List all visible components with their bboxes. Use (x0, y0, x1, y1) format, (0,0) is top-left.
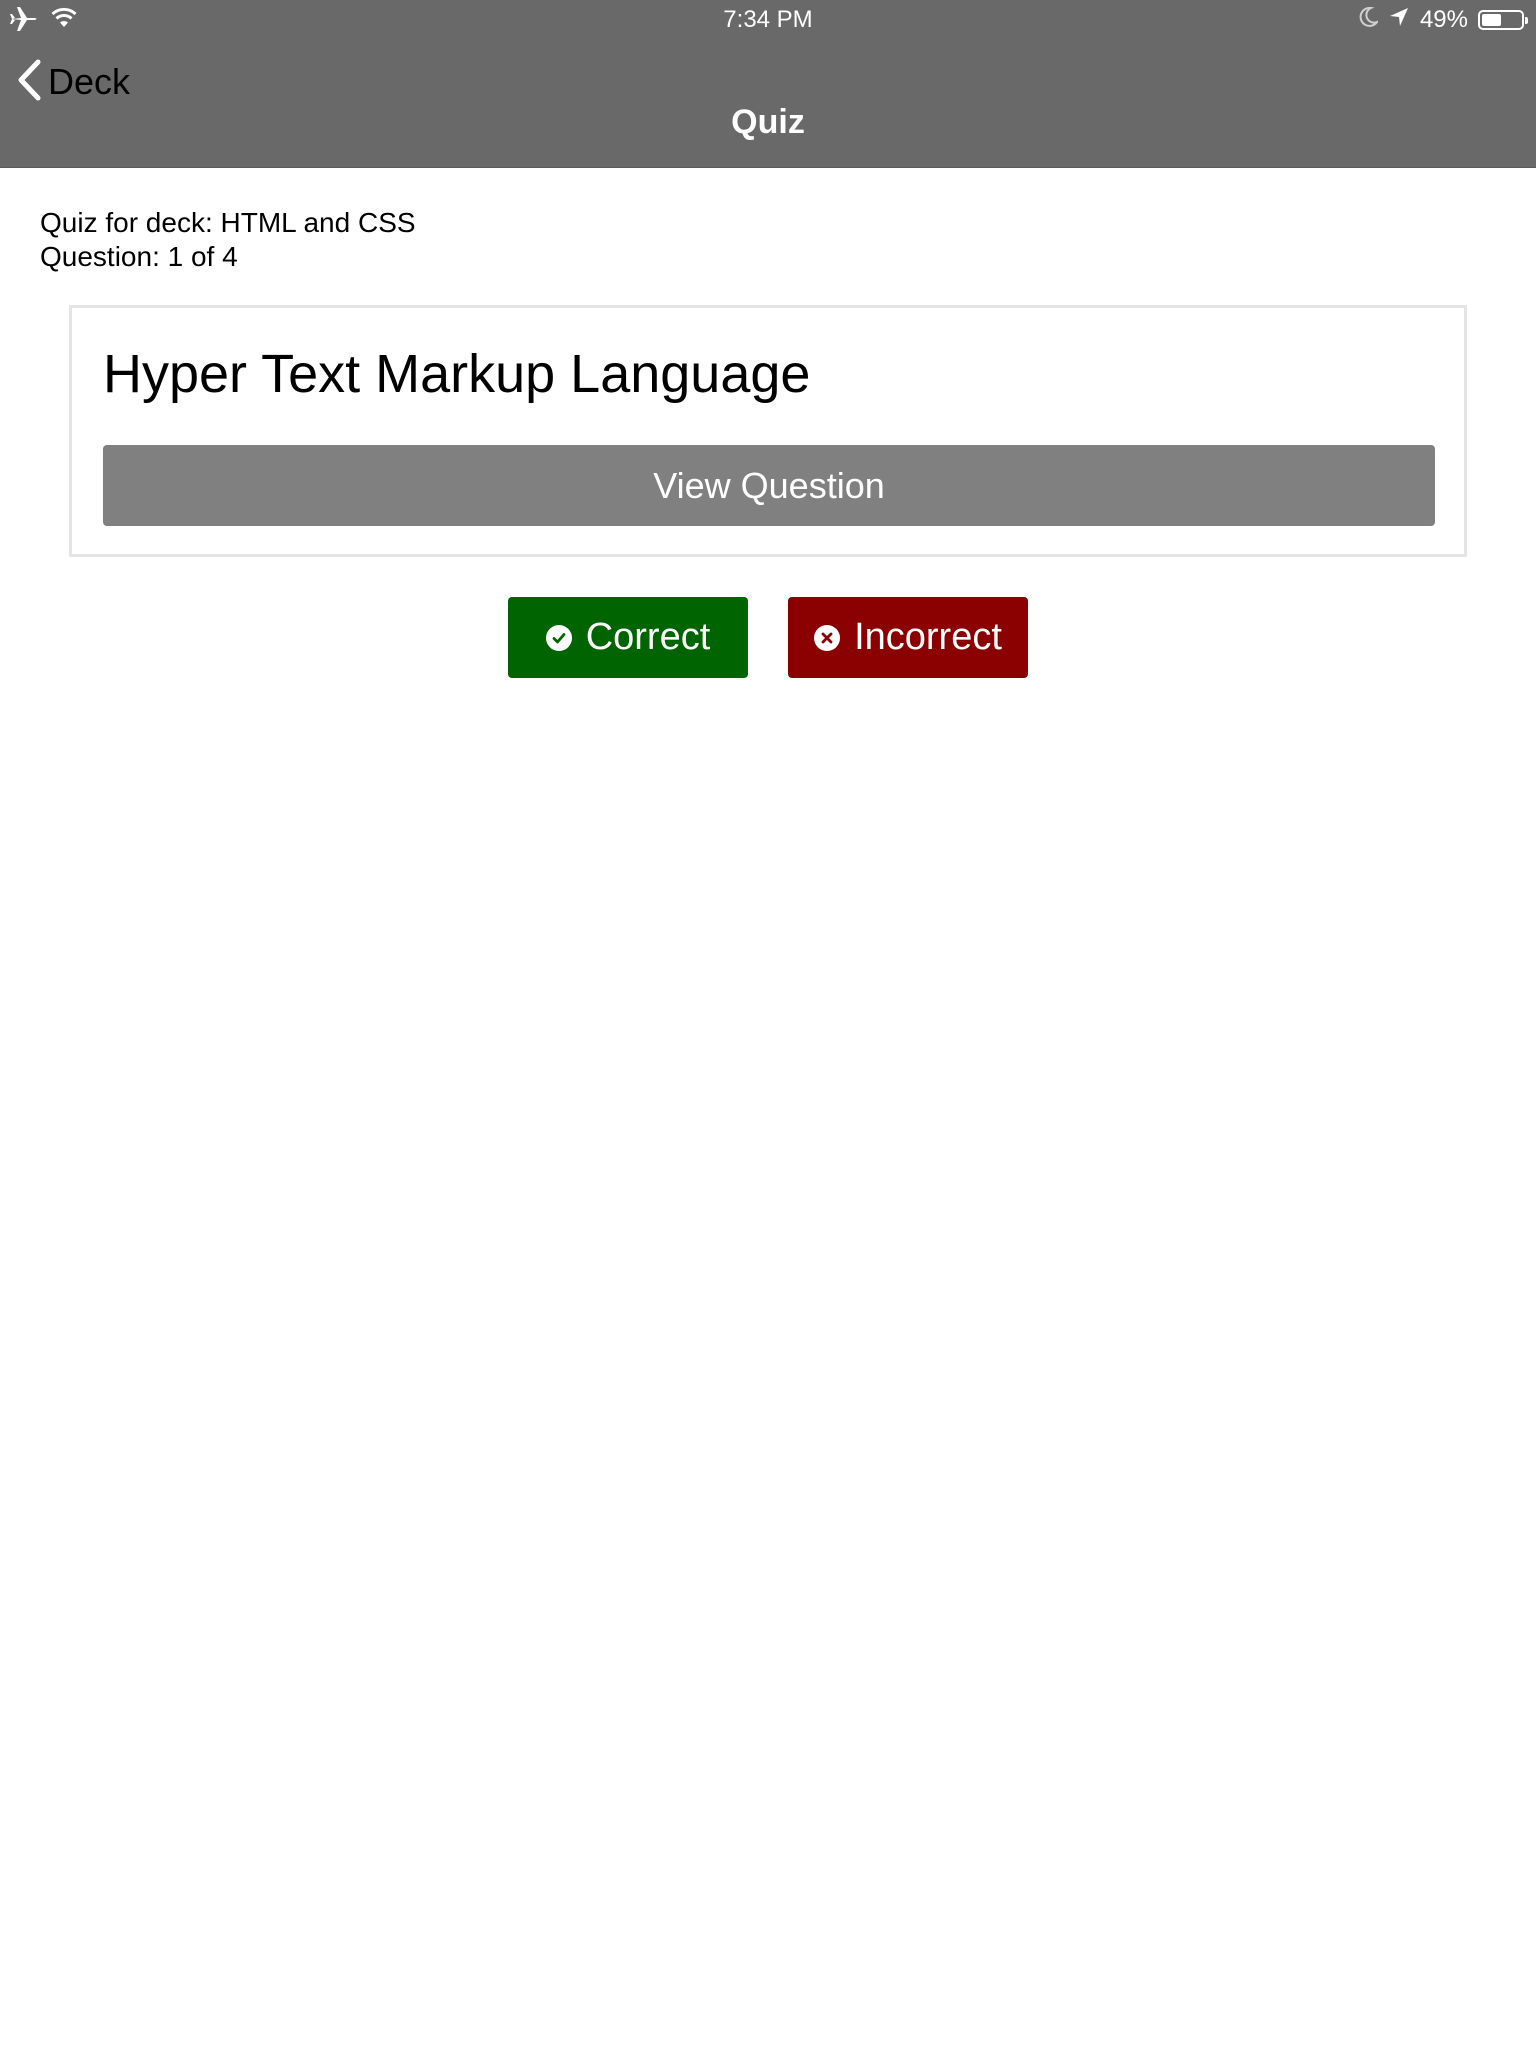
x-circle-icon (814, 624, 841, 651)
battery-percent: 49% (1419, 6, 1468, 33)
status-bar: 7:34 PM 49% (0, 0, 1536, 40)
deck-name-line: Quiz for deck: HTML and CSS (40, 207, 416, 238)
check-circle-icon (545, 624, 572, 651)
back-button[interactable]: Deck (16, 58, 130, 106)
back-button-label: Deck (48, 61, 131, 102)
incorrect-button[interactable]: Incorrect (788, 597, 1028, 678)
status-right: 49% (1358, 6, 1528, 35)
quiz-meta: Quiz for deck: HTML and CSS Question: 1 … (40, 206, 416, 274)
battery-icon (1478, 10, 1528, 30)
flashcard: Hyper Text Markup Language View Question (69, 305, 1467, 557)
top-bar: 7:34 PM 49% Deck Quiz (0, 0, 1536, 168)
incorrect-button-label: Incorrect (854, 616, 1002, 658)
correct-button[interactable]: Correct (508, 597, 748, 678)
correct-button-label: Correct (585, 616, 711, 658)
card-answer-text: Hyper Text Markup Language (103, 344, 811, 404)
battery-level-fill (1482, 14, 1501, 26)
location-arrow-icon (1388, 6, 1410, 35)
status-time: 7:34 PM (723, 6, 813, 33)
question-progress-line: Question: 1 of 4 (40, 241, 238, 272)
view-question-button[interactable]: View Question (103, 445, 1435, 526)
moon-icon (1358, 6, 1380, 35)
page-title: Quiz (731, 103, 805, 141)
